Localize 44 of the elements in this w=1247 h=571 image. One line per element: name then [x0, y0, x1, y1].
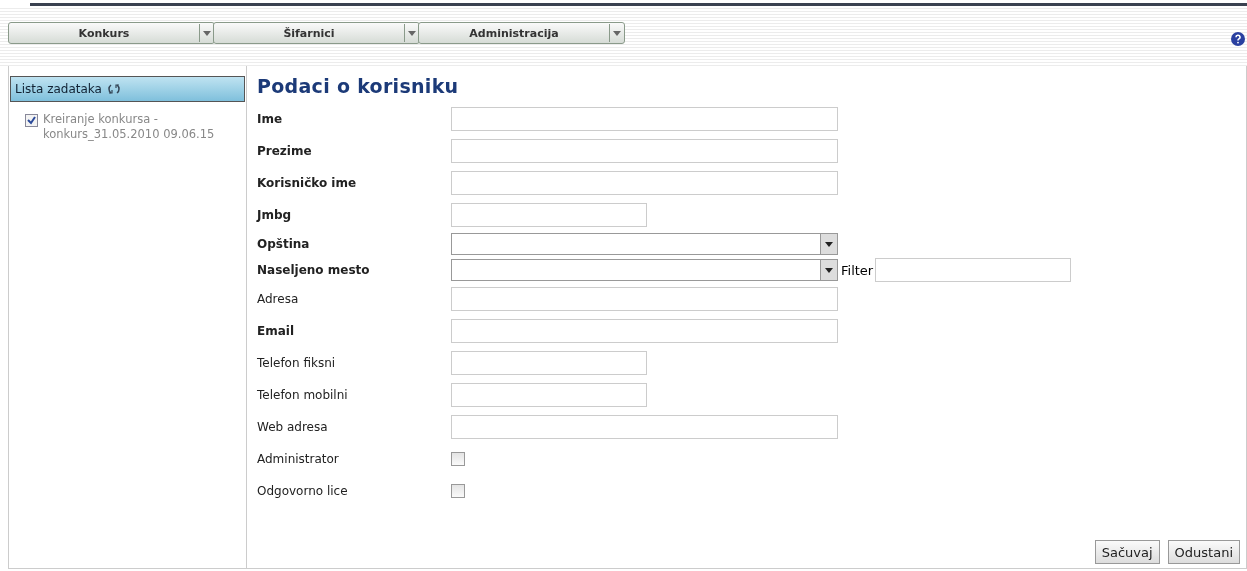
field-label: Naseljeno mesto [257, 263, 371, 277]
text-field[interactable] [451, 383, 647, 407]
menu-dropdown[interactable]: Šifarnici [213, 22, 420, 44]
text-field[interactable] [451, 319, 838, 343]
task-link[interactable]: Kreiranje konkursa - konkurs_31.05.2010 09.06.15 [43, 112, 238, 142]
field-label: Prezime [257, 144, 313, 158]
field-label: Adresa [257, 292, 300, 306]
text-field[interactable] [451, 171, 838, 195]
form-button[interactable]: Sačuvaj [1094, 540, 1160, 564]
text-field[interactable] [451, 287, 838, 311]
caret-icon [203, 30, 211, 36]
filter-label: Filter [841, 262, 874, 278]
caret-icon [408, 30, 416, 36]
field-label: Korisničko ime [257, 176, 358, 190]
refresh-icon[interactable] [107, 83, 120, 95]
text-field[interactable] [451, 203, 647, 227]
field-label: Jmbg [257, 208, 293, 222]
field-label: Telefon mobilni [257, 388, 349, 402]
field-label: Opština [257, 237, 311, 251]
field-label: Email [257, 324, 296, 338]
menu-dropdown[interactable]: Konkurs [8, 22, 215, 44]
caret-icon [613, 30, 621, 36]
filter-field[interactable] [875, 258, 1072, 282]
dropdown-field[interactable] [451, 259, 838, 281]
text-field[interactable] [451, 107, 838, 131]
field-label: Ime [257, 112, 284, 126]
checkbox[interactable] [451, 484, 465, 498]
form-title: Podaci o korisniku [257, 75, 460, 97]
checkbox[interactable] [451, 452, 465, 466]
field-label: Administrator [257, 452, 340, 466]
caret-icon [825, 267, 833, 273]
text-field[interactable] [451, 351, 647, 375]
field-label: Web adresa [257, 420, 329, 434]
field-label: Telefon fiksni [257, 356, 337, 370]
caret-icon [825, 241, 833, 247]
field-label: Odgovorno lice [257, 484, 349, 498]
text-field[interactable] [451, 415, 838, 439]
panel-title: Lista zadataka [15, 82, 102, 96]
form-button[interactable]: Odustani [1167, 540, 1240, 564]
text-field[interactable] [451, 139, 838, 163]
dropdown-field[interactable] [451, 233, 838, 255]
help-icon[interactable] [1231, 32, 1245, 46]
menu-dropdown[interactable]: Administracija [418, 22, 625, 44]
task-checkbox[interactable] [25, 114, 38, 127]
